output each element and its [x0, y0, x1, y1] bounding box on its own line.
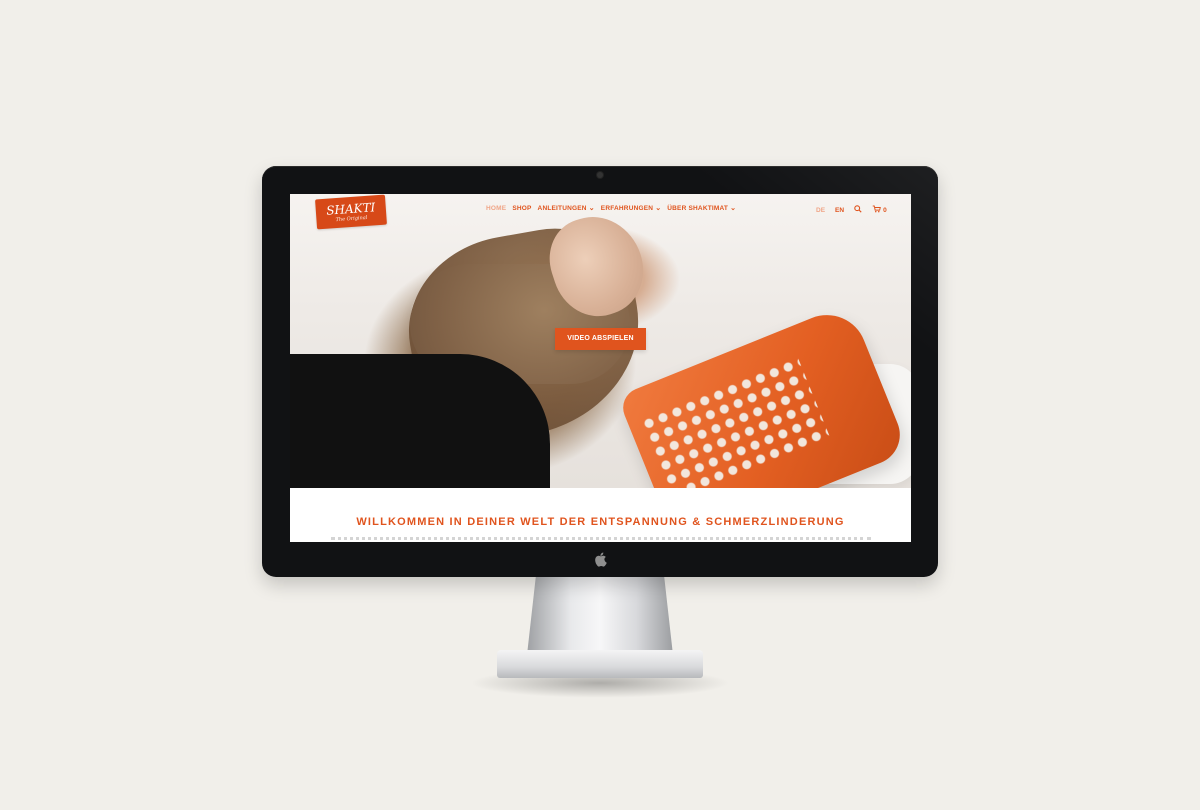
nav-shop[interactable]: Shop: [512, 205, 531, 212]
chevron-down-icon: ⌄: [655, 205, 662, 212]
welcome-headline: Willkommen in deiner Welt der Entspannun…: [356, 516, 845, 528]
chevron-down-icon: ⌄: [730, 205, 737, 212]
hero-image: Video abspielen: [290, 194, 911, 488]
monitor-stand: [527, 577, 673, 655]
site-logo[interactable]: SHAKTI The Original: [315, 194, 387, 230]
apple-logo-icon: [592, 551, 608, 569]
language-de[interactable]: DE: [816, 207, 825, 214]
monitor-mockup: Video abspielen SHAKTI The Original Home…: [0, 0, 1200, 810]
nav-erfahrungen[interactable]: Erfahrungen ⌄: [601, 205, 661, 212]
nav-anleitungen[interactable]: Anleitungen ⌄: [538, 205, 595, 212]
monitor-base: [497, 650, 703, 678]
search-icon[interactable]: [854, 205, 862, 215]
intro-text-cut-off: [290, 537, 911, 542]
nav-ueber-shaktimat[interactable]: Über Shaktimat ⌄: [667, 205, 736, 212]
cart-icon: [872, 205, 881, 215]
cart-count: 0: [883, 206, 887, 214]
website-screen: Video abspielen SHAKTI The Original Home…: [290, 194, 911, 542]
cart-button[interactable]: 0: [872, 205, 887, 215]
camera-icon: [597, 172, 603, 178]
nav-home[interactable]: Home: [486, 205, 506, 212]
chevron-down-icon: ⌄: [588, 205, 595, 212]
header-utilities: DE EN 0: [816, 205, 887, 215]
main-nav: Home Shop Anleitungen ⌄ Erfahrungen ⌄ Über…: [486, 205, 736, 212]
language-en[interactable]: EN: [835, 207, 844, 214]
play-video-button[interactable]: Video abspielen: [555, 328, 646, 350]
shirt-shape: [290, 354, 550, 488]
